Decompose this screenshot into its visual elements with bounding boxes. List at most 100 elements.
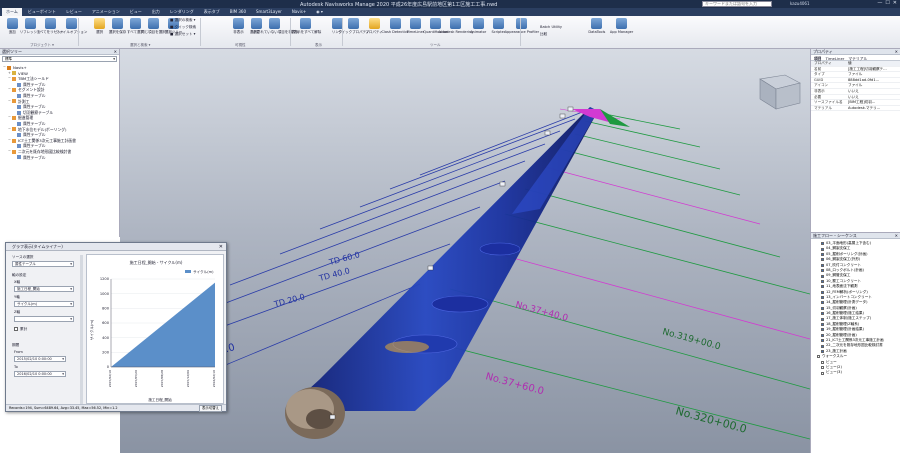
graph-window-titlebar[interactable]: グラフ表示(タイムライナー) ✕ bbox=[6, 243, 226, 251]
ribbon-button-icon bbox=[232, 18, 244, 29]
sequence-checkbox[interactable] bbox=[821, 339, 824, 343]
ribbon-button[interactable]: 選択を保存 bbox=[109, 18, 126, 34]
ribbon-small-item[interactable]: ■ クイック検索 bbox=[170, 25, 196, 30]
splitter[interactable] bbox=[80, 255, 83, 405]
ribbon-button[interactable]: Autodesk Rendering bbox=[438, 18, 473, 34]
ribbon-small-item[interactable]: 比較 bbox=[540, 32, 547, 37]
ribbon-button[interactable]: 追加 bbox=[4, 18, 20, 34]
sequence-checkbox[interactable] bbox=[817, 355, 820, 359]
close-icon[interactable]: ✕ bbox=[895, 49, 898, 54]
menu-tab[interactable]: レンダリング bbox=[166, 8, 198, 16]
layer-icon bbox=[12, 127, 16, 132]
to-date-input[interactable]: 2016/02/10 0:00:00 bbox=[14, 371, 66, 377]
properties-tab[interactable]: 項目 bbox=[814, 56, 822, 61]
view-cube[interactable] bbox=[759, 74, 801, 110]
properties-tab[interactable]: TimeLiner bbox=[826, 56, 845, 61]
properties-panel: プロパティ ✕ 項目 TimeLiner マテリアル プロパティ値名前 [施工工程]切… bbox=[810, 49, 900, 232]
tree-mode-dropdown[interactable]: 標準 ▾ bbox=[2, 56, 117, 62]
sequence-checkbox[interactable] bbox=[821, 279, 824, 283]
ribbon-button[interactable]: プロパティ bbox=[365, 18, 383, 34]
close-button[interactable]: ✕ bbox=[893, 0, 897, 6]
graph-window[interactable]: グラフ表示(タイムライナー) ✕ ソースの選択 属性テーブル 軸の設定 X軸 施… bbox=[5, 242, 227, 412]
ribbon-button[interactable]: 非表示 bbox=[230, 18, 246, 34]
ribbon-button-label: Autodesk Rendering bbox=[438, 30, 474, 34]
sequence-checkbox[interactable] bbox=[821, 269, 824, 273]
tree-item[interactable]: 属性テーブル bbox=[3, 155, 119, 161]
ribbon-button[interactable]: Animator bbox=[470, 18, 486, 34]
sequence-checkbox[interactable] bbox=[821, 366, 824, 370]
sequence-checkbox[interactable] bbox=[821, 285, 824, 289]
property-row[interactable]: マテリアル Autodesk.マテリ… bbox=[811, 106, 900, 112]
menu-tab[interactable]: ビュー bbox=[126, 8, 146, 16]
ribbon-button[interactable]: Clash Detective bbox=[381, 18, 409, 34]
ribbon-button[interactable]: 同じ項目を選択 bbox=[141, 18, 166, 34]
layer-icon bbox=[17, 132, 21, 137]
sequence-checkbox[interactable] bbox=[821, 371, 824, 375]
sequence-checkbox[interactable] bbox=[821, 258, 824, 262]
properties-tab[interactable]: マテリアル bbox=[848, 56, 867, 61]
sequence-checkbox[interactable] bbox=[821, 360, 824, 364]
layer-icon bbox=[17, 110, 21, 115]
search-input[interactable]: キーワードまたは語句を入力 bbox=[702, 1, 772, 7]
sequence-checkbox[interactable] bbox=[821, 301, 824, 305]
z-axis-select[interactable] bbox=[14, 316, 74, 322]
ribbon-small-item[interactable]: Batch Utility bbox=[540, 25, 562, 29]
sequence-checkbox[interactable] bbox=[821, 350, 824, 353]
ribbon-button[interactable]: クイックプロパティ bbox=[338, 18, 369, 34]
ribbon-button[interactable]: TimeLiner bbox=[406, 18, 425, 34]
close-icon[interactable]: ✕ bbox=[114, 49, 117, 54]
menu-tab[interactable]: Smart3Layer bbox=[252, 8, 286, 16]
cumulative-checkbox[interactable] bbox=[14, 327, 18, 331]
x-axis-select[interactable]: 施工日程_開始 bbox=[14, 286, 74, 292]
minimize-button[interactable]: — bbox=[877, 0, 882, 6]
ribbon-small-item[interactable]: ■ 選択セット ▾ bbox=[170, 32, 195, 37]
ribbon-button-label: 追加 bbox=[8, 30, 16, 34]
menu-tab[interactable]: レビュー bbox=[62, 8, 86, 16]
sequence-checkbox[interactable] bbox=[821, 247, 824, 251]
sequence-checkbox[interactable] bbox=[821, 290, 824, 294]
menu-tab[interactable]: アニメーション bbox=[88, 8, 124, 16]
sequence-checkbox[interactable] bbox=[821, 242, 824, 246]
sequence-checkbox[interactable] bbox=[821, 328, 824, 332]
ribbon-button[interactable]: Appearance Profiler bbox=[505, 18, 539, 34]
ribbon-button[interactable]: 選択されていない項目を非表示 bbox=[250, 18, 299, 34]
sequence-checkbox[interactable] bbox=[821, 306, 824, 310]
close-icon[interactable]: ✕ bbox=[895, 233, 898, 238]
ribbon-button[interactable]: 選択 bbox=[92, 18, 108, 34]
ribbon-button-label: TimeLiner bbox=[406, 30, 425, 34]
ribbon-button[interactable]: 非表示をすべて解除 bbox=[290, 18, 321, 34]
ribbon-button-icon bbox=[472, 18, 484, 29]
property-value: いいえ bbox=[848, 94, 859, 99]
menu-tab[interactable]: ◉ ▾ bbox=[312, 8, 327, 16]
y-axis-select[interactable]: サイクル(m) bbox=[14, 301, 74, 307]
station-label-left: TD 60.0 bbox=[327, 250, 361, 267]
menu-tab[interactable]: BIM 360 bbox=[226, 8, 250, 16]
sequence-checkbox[interactable] bbox=[821, 323, 824, 327]
sequence-checkbox[interactable] bbox=[821, 263, 824, 267]
sequence-checkbox[interactable] bbox=[821, 344, 824, 348]
menu-tab[interactable]: ホーム bbox=[2, 8, 22, 16]
sequence-checkbox[interactable] bbox=[821, 333, 824, 337]
y-axis-title: サイクル(m) bbox=[89, 319, 94, 340]
menu-tab[interactable]: ビューポイント bbox=[24, 8, 60, 16]
ribbon-small-item[interactable]: ■ 選択の検索 ▾ bbox=[170, 18, 195, 23]
sequence-checkbox[interactable] bbox=[821, 274, 824, 278]
menu-tab[interactable]: Navis+ bbox=[288, 8, 310, 16]
ribbon-button[interactable]: DataTools bbox=[588, 18, 605, 34]
toggle-display-button[interactable]: 表示切替え bbox=[199, 405, 222, 412]
sequence-checkbox[interactable] bbox=[821, 317, 824, 321]
ribbon-button[interactable]: App Manager bbox=[610, 18, 633, 34]
menu-tab[interactable]: 表示タブ bbox=[200, 8, 224, 16]
menu-tab[interactable]: 出力 bbox=[148, 8, 164, 16]
sequence-checkbox[interactable] bbox=[821, 296, 824, 300]
user-name[interactable]: kazu4061 bbox=[790, 1, 810, 6]
data-source-select[interactable]: 属性テーブル bbox=[12, 261, 74, 267]
maximize-button[interactable]: ☐ bbox=[885, 0, 889, 6]
sequence-item[interactable]: ビュー(3) bbox=[811, 370, 900, 375]
from-date-input[interactable]: 2015/02/10 0:00:00 bbox=[14, 356, 66, 362]
graph-status-bar: Records=194, Sum=6489.64, Avg=33.45, Max… bbox=[6, 404, 226, 412]
sequence-checkbox[interactable] bbox=[821, 252, 824, 256]
sequence-checkbox[interactable] bbox=[821, 312, 824, 316]
station-label-right: No.37+60.0 bbox=[484, 371, 545, 397]
graph-close-button[interactable]: ✕ bbox=[219, 243, 223, 251]
